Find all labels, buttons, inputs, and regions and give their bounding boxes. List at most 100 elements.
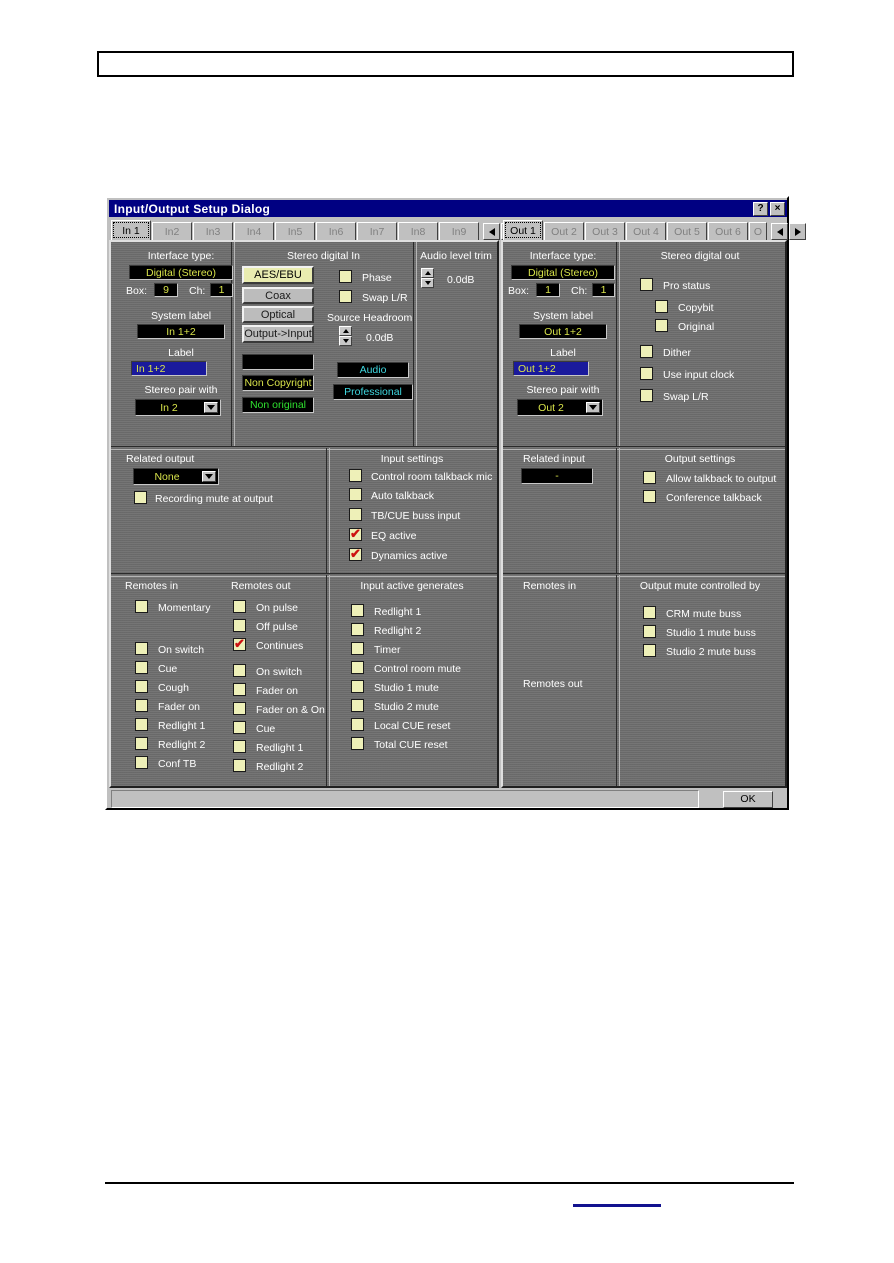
tab-in-7[interactable]: In7 xyxy=(357,222,397,240)
remotes-out-fader-on-checkbox[interactable] xyxy=(233,683,246,696)
tab-in-9[interactable]: In9 xyxy=(439,222,479,240)
tab-out-3[interactable]: Out 3 xyxy=(585,222,625,240)
original-checkbox[interactable] xyxy=(655,319,668,332)
tab-out-2[interactable]: Out 2 xyxy=(544,222,584,240)
remotes-in-on-switch-checkbox[interactable] xyxy=(135,642,148,655)
tab-in-2[interactable]: In2 xyxy=(152,222,192,240)
tab-in-4[interactable]: In4 xyxy=(234,222,274,240)
remotes-in-cue-checkbox[interactable] xyxy=(135,661,148,674)
generates-timer-checkbox[interactable] xyxy=(351,642,364,655)
input-box-value[interactable]: 9 xyxy=(154,283,178,297)
studio-1-mute-buss-checkbox[interactable] xyxy=(643,625,656,638)
use-input-clock-checkbox[interactable] xyxy=(640,367,653,380)
help-button[interactable]: ? xyxy=(753,201,768,216)
aes-ebu-button[interactable]: AES/EBU xyxy=(242,266,314,284)
tab-in-1[interactable]: In 1 xyxy=(111,220,151,240)
output-box-value[interactable]: 1 xyxy=(536,283,560,297)
generates-control-room-mute-checkbox[interactable] xyxy=(351,661,364,674)
source-headroom-spinner[interactable] xyxy=(339,326,352,346)
spinner-up-icon[interactable] xyxy=(339,326,352,336)
input-system-label-value[interactable]: In 1+2 xyxy=(137,324,225,339)
generates-redlight-1-checkbox[interactable] xyxy=(351,604,364,617)
tab-out-1[interactable]: Out 1 xyxy=(503,220,543,240)
tab-out-7[interactable]: O xyxy=(749,222,767,240)
pro-status-checkbox[interactable] xyxy=(640,278,653,291)
remotes-in-momentary-checkbox[interactable] xyxy=(135,600,148,613)
output-to-input-button[interactable]: Output->Input xyxy=(242,325,314,343)
output-label-field[interactable]: Out 1+2 xyxy=(513,361,589,376)
input-tab-prev-button[interactable] xyxy=(483,223,500,240)
tab-out-5[interactable]: Out 5 xyxy=(667,222,707,240)
remotes-in-redlight-2-checkbox[interactable] xyxy=(135,737,148,750)
tab-in-5[interactable]: In5 xyxy=(275,222,315,240)
recording-mute-checkbox[interactable] xyxy=(134,491,147,504)
remotes-in-fader-on-checkbox[interactable] xyxy=(135,699,148,712)
remotes-in-redlight-1-checkbox[interactable] xyxy=(135,718,148,731)
remotes-out-cue-checkbox[interactable] xyxy=(233,721,246,734)
spinner-up-icon[interactable] xyxy=(421,268,434,278)
input-stereo-pair-combo[interactable]: In 2 xyxy=(135,399,221,416)
crm-mute-buss-checkbox[interactable] xyxy=(643,606,656,619)
generates-redlight-2-checkbox[interactable] xyxy=(351,623,364,636)
pro-status-label: Pro status xyxy=(663,280,711,292)
phase-checkbox[interactable] xyxy=(339,270,352,283)
audio-level-trim-spinner[interactable] xyxy=(421,268,434,288)
auto-talkback-checkbox[interactable] xyxy=(349,488,362,501)
input-interface-type-value[interactable]: Digital (Stereo) xyxy=(129,265,233,280)
ok-button[interactable]: OK xyxy=(723,790,773,808)
tab-out-6[interactable]: Out 6 xyxy=(708,222,748,240)
spinner-down-icon[interactable] xyxy=(421,278,434,288)
coax-button[interactable]: Coax xyxy=(242,287,314,304)
copybit-checkbox[interactable] xyxy=(655,300,668,313)
input-label-field[interactable]: In 1+2 xyxy=(131,361,207,376)
generates-studio-1-mute-checkbox[interactable] xyxy=(351,680,364,693)
output-interface-type-value[interactable]: Digital (Stereo) xyxy=(511,265,615,280)
generates-total-cue-reset-checkbox[interactable] xyxy=(351,737,364,750)
generates-studio-2-mute-checkbox[interactable] xyxy=(351,699,364,712)
eq-active-checkbox[interactable]: ✔ xyxy=(349,527,362,541)
related-input-value[interactable]: - xyxy=(521,468,593,484)
professional-mode-field[interactable]: Professional xyxy=(333,384,413,400)
output-tab-next-button[interactable] xyxy=(789,223,806,240)
remotes-out-redlight-1-checkbox[interactable] xyxy=(233,740,246,753)
optical-button[interactable]: Optical xyxy=(242,306,314,323)
control-room-talkback-mic-checkbox[interactable] xyxy=(349,469,362,482)
tab-out-4[interactable]: Out 4 xyxy=(626,222,666,240)
remotes-out-on-pulse-checkbox[interactable] xyxy=(233,600,246,613)
related-output-combo[interactable]: None xyxy=(133,468,219,485)
output-tab-prev-button[interactable] xyxy=(771,223,788,240)
studio-2-mute-buss-checkbox[interactable] xyxy=(643,644,656,657)
output-ch-value[interactable]: 1 xyxy=(592,283,615,297)
remotes-in-conf-tb-checkbox[interactable] xyxy=(135,756,148,769)
audio-mode-field[interactable]: Audio xyxy=(337,362,409,378)
conference-talkback-checkbox[interactable] xyxy=(643,490,656,503)
swap-lr-checkbox[interactable] xyxy=(339,290,352,303)
chevron-down-icon[interactable] xyxy=(202,471,216,482)
remotes-out-fader-on-and-on-checkbox[interactable] xyxy=(233,702,246,715)
chevron-down-icon[interactable] xyxy=(204,402,218,413)
generates-local-cue-reset-checkbox[interactable] xyxy=(351,718,364,731)
dither-checkbox[interactable] xyxy=(640,345,653,358)
output-swap-lr-checkbox[interactable] xyxy=(640,389,653,402)
dialog-bottom-bar: OK xyxy=(109,788,787,810)
remotes-out-continues-checkbox[interactable]: ✔ xyxy=(233,637,246,651)
phase-label: Phase xyxy=(362,272,392,284)
remotes-out-off-pulse-checkbox[interactable] xyxy=(233,619,246,632)
divider-v-5 xyxy=(616,242,620,446)
allow-talkback-to-output-checkbox[interactable] xyxy=(643,471,656,484)
tab-in-3[interactable]: In3 xyxy=(193,222,233,240)
tb-cue-buss-input-checkbox[interactable] xyxy=(349,508,362,521)
input-ch-value[interactable]: 1 xyxy=(210,283,233,297)
remotes-in-cough-checkbox[interactable] xyxy=(135,680,148,693)
output-stereo-pair-combo[interactable]: Out 2 xyxy=(517,399,603,416)
remotes-out-redlight-2-checkbox[interactable] xyxy=(233,759,246,772)
tab-in-8[interactable]: In8 xyxy=(398,222,438,240)
spinner-down-icon[interactable] xyxy=(339,336,352,346)
output-system-label-value[interactable]: Out 1+2 xyxy=(519,324,607,339)
dynamics-active-checkbox[interactable]: ✔ xyxy=(349,547,362,561)
close-button[interactable]: × xyxy=(770,201,785,216)
digital-status-blank-field xyxy=(242,354,314,370)
chevron-down-icon[interactable] xyxy=(586,402,600,413)
tab-in-6[interactable]: In6 xyxy=(316,222,356,240)
remotes-out-on-switch-checkbox[interactable] xyxy=(233,664,246,677)
